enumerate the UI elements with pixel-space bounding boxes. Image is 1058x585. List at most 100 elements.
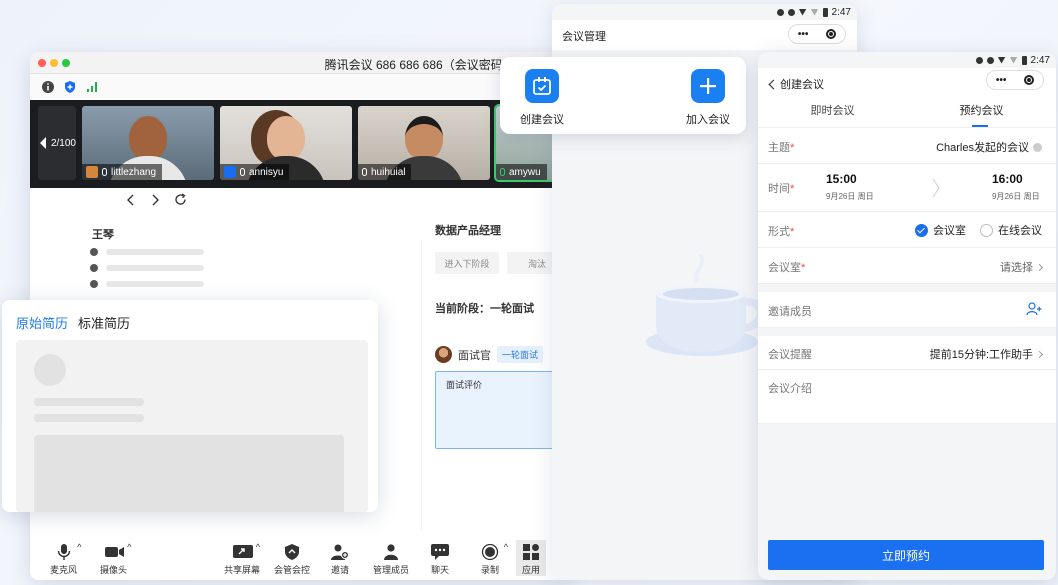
more-options-button[interactable]: ••• — [798, 29, 809, 40]
tab-standard-resume[interactable]: 标准简历 — [78, 313, 130, 332]
video-strip: 2/100 littlezhang annisyu huihuial amywu — [30, 100, 570, 188]
end-time: 16:00 — [992, 172, 1023, 186]
interviewer-row: 面试官 一轮面试 — [435, 346, 570, 363]
education-icon — [90, 264, 98, 272]
tab-scheduled-meeting[interactable]: 预约会议 — [907, 98, 1056, 127]
time-label: 时间* — [768, 180, 794, 196]
mini-program-header: 会议管理 ••• — [552, 20, 857, 50]
required-mark: * — [790, 226, 795, 238]
end-time-picker[interactable]: 16:00 9月26日 周日 — [992, 172, 1040, 202]
add-member-button[interactable] — [1026, 302, 1042, 316]
close-mini-program-icon[interactable] — [826, 29, 837, 39]
start-time-picker[interactable]: 15:00 9月26日 周日 — [826, 172, 874, 202]
mic-button[interactable]: ^ 麦克风 — [50, 542, 82, 576]
interviewer-label: 面试官 — [458, 349, 491, 362]
video-tile-littlezhang[interactable]: littlezhang — [82, 106, 214, 180]
video-tile-annisyu[interactable]: annisyu — [220, 106, 352, 180]
participant-name: littlezhang — [111, 166, 157, 178]
info-icon[interactable] — [40, 79, 56, 95]
required-mark: * — [801, 262, 806, 274]
close-mini-program-icon[interactable] — [1024, 75, 1035, 85]
tab-instant-meeting[interactable]: 即时会议 — [758, 98, 907, 127]
next-stage-button[interactable]: 进入下阶段 — [435, 252, 499, 274]
more-options-button[interactable]: ••• — [996, 75, 1007, 86]
format-label: 形式* — [768, 223, 794, 239]
room-row[interactable]: 会议室* 请选择 — [758, 248, 1056, 284]
prev-page-icon[interactable] — [38, 136, 48, 150]
camera-icon: ^ — [104, 542, 132, 560]
chevron-up-icon[interactable]: ^ — [77, 542, 81, 552]
chevron-up-icon[interactable]: ^ — [256, 542, 260, 552]
record-label: 录制 — [481, 565, 500, 575]
invite-row[interactable]: 邀请成员 — [758, 292, 1056, 328]
page-title: 会议管理 — [562, 31, 606, 43]
add-user-icon — [331, 544, 349, 560]
clear-icon[interactable] — [1033, 142, 1042, 152]
meeting-toolbar: ^ 麦克风 ^ 摄像头 ^ 共享屏幕 会管会控 邀请 管理成员 聊天 ^ 录制 … — [30, 534, 570, 580]
participant-name: amywu — [509, 166, 541, 178]
participant-label: littlezhang — [82, 164, 163, 180]
subject-label: 主题* — [768, 139, 794, 155]
page-indicator: 2/100 — [50, 137, 76, 149]
subject-label-text: 主题 — [768, 142, 790, 154]
invite-button[interactable]: 邀请 — [331, 544, 349, 576]
control-label: 会管会控 — [274, 565, 311, 575]
subject-input[interactable]: Charles发起的会议 — [936, 139, 1042, 155]
members-label: 管理成员 — [373, 565, 410, 575]
room-label: 会议室* — [768, 259, 805, 275]
mic-icon — [362, 168, 367, 176]
shield-icon[interactable] — [62, 79, 78, 95]
subject-value: Charles发起的会议 — [936, 142, 1029, 154]
location-icon — [975, 56, 983, 64]
wifi-icon — [798, 8, 807, 16]
evaluation-textarea[interactable]: 面试评价 — [435, 371, 570, 449]
dnd-icon — [787, 8, 795, 16]
create-meeting-label: 创建会议 — [520, 114, 564, 126]
video-tile-huihuial[interactable]: huihuial — [358, 106, 490, 180]
camera-button[interactable]: ^ 摄像头 — [100, 542, 132, 576]
apps-grid-icon — [522, 544, 540, 560]
candidate-info-row — [90, 264, 204, 272]
intro-row[interactable]: 会议介绍 — [758, 370, 1056, 424]
apps-label: 应用 — [522, 565, 541, 575]
interview-panel: 数据产品经理 进入下阶段 淘汰 当前阶段：一轮面试 面试官 一轮面试 面试评价 — [435, 222, 570, 449]
join-meeting-action[interactable]: 加入会议 — [686, 69, 730, 127]
back-button[interactable]: 创建会议 — [768, 76, 824, 92]
record-button[interactable]: ^ 录制 — [481, 542, 508, 576]
room-placeholder: 请选择 — [1000, 262, 1033, 274]
record-icon: ^ — [481, 542, 508, 561]
format-online-radio[interactable]: 在线会议 — [980, 222, 1042, 238]
chat-button[interactable]: 聊天 — [431, 544, 449, 576]
meeting-control-button[interactable]: 会管会控 — [274, 544, 310, 576]
video-page-control[interactable]: 2/100 — [38, 106, 76, 180]
refresh-icon[interactable] — [174, 193, 187, 209]
format-room-radio[interactable]: 会议室 — [915, 222, 966, 238]
add-user-icon — [1026, 302, 1042, 316]
subject-row[interactable]: 主题* Charles发起的会议 — [758, 128, 1056, 164]
manage-members-button[interactable]: 管理成员 — [373, 544, 409, 576]
forward-icon[interactable] — [150, 193, 160, 209]
room-select[interactable]: 请选择 — [1000, 259, 1044, 275]
time-label-text: 时间 — [768, 183, 790, 195]
apps-button[interactable]: 应用 — [516, 540, 547, 576]
candidate-name: 王琴 — [92, 229, 114, 241]
create-meeting-phone: 2:47 创建会议 ••• 即时会议 预约会议 主题* Charles发起的会议… — [758, 52, 1056, 580]
mini-program-header: 创建会议 ••• — [758, 68, 1056, 98]
chevron-up-icon[interactable]: ^ — [127, 542, 131, 552]
back-icon[interactable] — [126, 193, 136, 209]
status-time: 2:47 — [831, 6, 851, 18]
resume-preview — [16, 340, 368, 512]
chevron-up-icon[interactable]: ^ — [504, 542, 508, 552]
participant-face — [267, 116, 305, 160]
person-icon — [90, 248, 98, 256]
format-room-label: 会议室 — [933, 225, 966, 237]
checked-radio-icon — [915, 223, 928, 237]
reminder-row[interactable]: 会议提醒 提前15分钟:工作助手 — [758, 336, 1056, 370]
create-meeting-action[interactable]: 创建会议 — [520, 69, 564, 127]
book-now-button[interactable]: 立即预约 — [768, 540, 1044, 570]
tab-original-resume[interactable]: 原始简历 — [16, 313, 68, 332]
share-screen-button[interactable]: ^ 共享屏幕 — [224, 542, 260, 576]
required-mark: * — [790, 183, 795, 195]
signal-icon[interactable] — [84, 79, 100, 95]
reminder-select[interactable]: 提前15分钟:工作助手 — [930, 346, 1044, 362]
